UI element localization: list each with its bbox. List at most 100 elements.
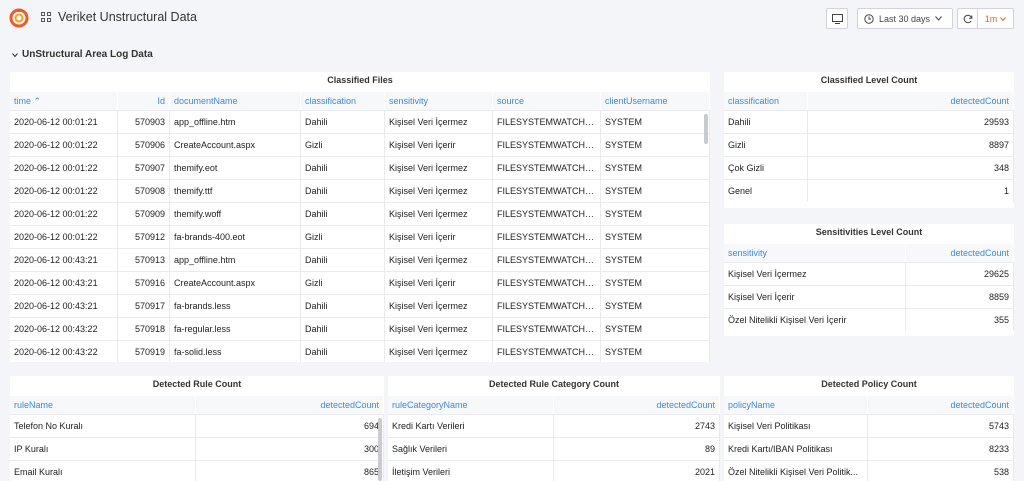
cell-id: 570909 <box>118 202 170 225</box>
cell-sensitivity: Kişisel Veri İçermez <box>385 248 493 271</box>
chevron-down-icon <box>935 16 942 21</box>
table-row[interactable]: 2020-06-12 00:43:22 570919 fa-solid.less Da… <box>10 340 710 362</box>
panel-title: Classified Level Count <box>820 75 918 85</box>
table-row[interactable]: Kredi Kartı Verileri 2743 <box>388 414 720 437</box>
row-header[interactable]: UnStructural Area Log Data <box>12 49 153 60</box>
table-row[interactable]: 2020-06-12 00:01:22 570912 fa-brands-400.e… <box>10 225 710 248</box>
column-header-sensitivity[interactable]: sensitivity <box>385 92 493 110</box>
table-row[interactable]: Kişisel Veri İçerir 8859 <box>724 285 1014 308</box>
cell-sensitivity: Kişisel Veri İçermez <box>385 294 493 317</box>
grafana-logo-icon[interactable] <box>9 8 29 28</box>
panel-title: Detected Rule Category Count <box>488 379 620 389</box>
column-header-rulecategoryname[interactable]: ruleCategoryName <box>388 396 554 414</box>
cell-id: 570907 <box>118 156 170 179</box>
column-header-detectedcount[interactable]: detectedCount <box>554 396 720 414</box>
column-header-classification[interactable]: classification <box>301 92 385 110</box>
table-row[interactable]: İletişim Verileri 2021 <box>388 460 720 481</box>
table-row[interactable]: 2020-06-12 00:43:21 570916 CreateAccount.a… <box>10 271 710 294</box>
cell-time: 2020-06-12 00:01:22 <box>10 179 118 202</box>
cell-name: Dahili <box>724 110 808 133</box>
cell-classification: Gizli <box>301 271 385 294</box>
table-row[interactable]: Kredi Kartı/IBAN Politikası 8233 <box>724 437 1014 460</box>
tv-mode-button[interactable] <box>826 8 848 29</box>
scrollbar[interactable] <box>378 418 382 481</box>
cell-sensitivity: Kişisel Veri İçerir <box>385 133 493 156</box>
cell-time: 2020-06-12 00:43:22 <box>10 317 118 340</box>
cell-source: FILESYSTEMWATCHER <box>493 340 601 362</box>
cell-detectedcount: 8897 <box>808 133 1014 156</box>
column-header-time[interactable]: time ⌃ <box>10 92 118 110</box>
table-row[interactable]: Kişisel Veri İçermez 29625 <box>724 262 1014 285</box>
table-row[interactable]: 2020-06-12 00:01:22 570909 themify.woff Dah… <box>10 202 710 225</box>
table-row[interactable]: Kişisel Veri Politikası 5743 <box>724 414 1014 437</box>
cell-time: 2020-06-12 00:01:22 <box>10 225 118 248</box>
table-row[interactable]: 2020-06-12 00:43:22 570918 fa-regular.less… <box>10 317 710 340</box>
dashboard-title[interactable]: Veriket Unstructural Data <box>58 10 197 24</box>
refresh-button[interactable] <box>957 8 977 29</box>
table-row[interactable]: Özel Nitelikli Kişisel Veri İçerir 355 <box>724 308 1014 331</box>
column-header-id[interactable]: Id <box>118 92 170 110</box>
cell-clientusername: SYSTEM <box>601 248 710 271</box>
cell-time: 2020-06-12 00:43:22 <box>10 340 118 362</box>
table-row[interactable]: Telefon No Kuralı 694 <box>10 414 384 437</box>
detected-rule-table: ruleName detectedCount Telefon No Kuralı… <box>10 396 384 481</box>
cell-name: Sağlık Verileri <box>388 437 554 460</box>
cell-documentname: CreateAccount.aspx <box>170 271 301 294</box>
cell-classification: Gizli <box>301 133 385 156</box>
table-row[interactable]: 2020-06-12 00:01:22 570906 CreateAccount.a… <box>10 133 710 156</box>
column-header-detectedcount[interactable]: detectedCount <box>868 396 1014 414</box>
refresh-interval-picker[interactable]: 1m <box>977 8 1014 29</box>
cell-name: Email Kuralı <box>10 460 196 481</box>
column-header-detectedcount[interactable]: detectedCount <box>196 396 384 414</box>
cell-name: Kişisel Veri İçermez <box>724 262 906 285</box>
cell-id: 570913 <box>118 248 170 271</box>
column-header-sensitivity[interactable]: sensitivity <box>724 244 906 262</box>
scrollbar[interactable] <box>704 114 708 144</box>
table-row[interactable]: Gizli 8897 <box>724 133 1014 156</box>
table-row[interactable]: 2020-06-12 00:43:21 570913 app_offline.htm… <box>10 248 710 271</box>
cell-clientusername: SYSTEM <box>601 294 710 317</box>
column-header-detectedcount[interactable]: detectedCount <box>808 92 1014 110</box>
table-row[interactable]: Sağlık Verileri 89 <box>388 437 720 460</box>
column-header-policyname[interactable]: policyName <box>724 396 868 414</box>
table-header: sensitivity detectedCount <box>724 244 1014 262</box>
time-range-picker[interactable]: Last 30 days <box>857 8 953 29</box>
table-row[interactable]: Çok Gizli 348 <box>724 156 1014 179</box>
table-row[interactable]: 2020-06-12 00:01:22 570908 themify.ttf Dahi… <box>10 179 710 202</box>
cell-name: Gizli <box>724 133 808 156</box>
table-row[interactable]: 2020-06-12 00:43:21 570917 fa-brands.less D… <box>10 294 710 317</box>
cell-detectedcount: 8233 <box>868 437 1014 460</box>
table-row[interactable]: Dahili 29593 <box>724 110 1014 133</box>
column-header-source[interactable]: source <box>493 92 601 110</box>
cell-time: 2020-06-12 00:01:22 <box>10 202 118 225</box>
column-header-clientusername[interactable]: clientUsername <box>601 92 710 110</box>
chevron-down-icon <box>1000 16 1007 21</box>
cell-documentname: fa-regular.less <box>170 317 301 340</box>
cell-id: 570918 <box>118 317 170 340</box>
clock-icon <box>864 13 874 24</box>
table-row[interactable]: Email Kuralı 865 <box>10 460 384 481</box>
cell-detectedcount: 8859 <box>906 285 1014 308</box>
table-row[interactable]: 2020-06-12 00:01:21 570903 app_offline.htm… <box>10 110 710 133</box>
cell-name: Kişisel Veri Politikası <box>724 414 868 437</box>
cell-clientusername: SYSTEM <box>601 133 710 156</box>
cell-sensitivity: Kişisel Veri İçermez <box>385 110 493 133</box>
table-header: policyName detectedCount <box>724 396 1014 414</box>
cell-detectedcount: 1 <box>808 179 1014 202</box>
table-row[interactable]: Özel Nitelikli Kişisel Veri Politik... 53… <box>724 460 1014 481</box>
cell-id: 570912 <box>118 225 170 248</box>
cell-source: FILESYSTEMWATCHER <box>493 317 601 340</box>
cell-name: İletişim Verileri <box>388 460 554 481</box>
table-row[interactable]: IP Kuralı 300 <box>10 437 384 460</box>
time-range-label: Last 30 days <box>879 13 931 24</box>
cell-detectedcount: 29593 <box>808 110 1014 133</box>
table-row[interactable]: Genel 1 <box>724 179 1014 202</box>
column-header-documentname[interactable]: documentName <box>170 92 301 110</box>
column-header-detectedcount[interactable]: detectedCount <box>906 244 1014 262</box>
cell-name: IP Kuralı <box>10 437 196 460</box>
classified-level-count-panel: Classified Level Count classification de… <box>724 72 1014 208</box>
column-header-rulename[interactable]: ruleName <box>10 396 196 414</box>
column-header-classification[interactable]: classification <box>724 92 808 110</box>
table-row[interactable]: 2020-06-12 00:01:22 570907 themify.eot Dahi… <box>10 156 710 179</box>
cell-name: Özel Nitelikli Kişisel Veri Politik... <box>724 460 868 481</box>
